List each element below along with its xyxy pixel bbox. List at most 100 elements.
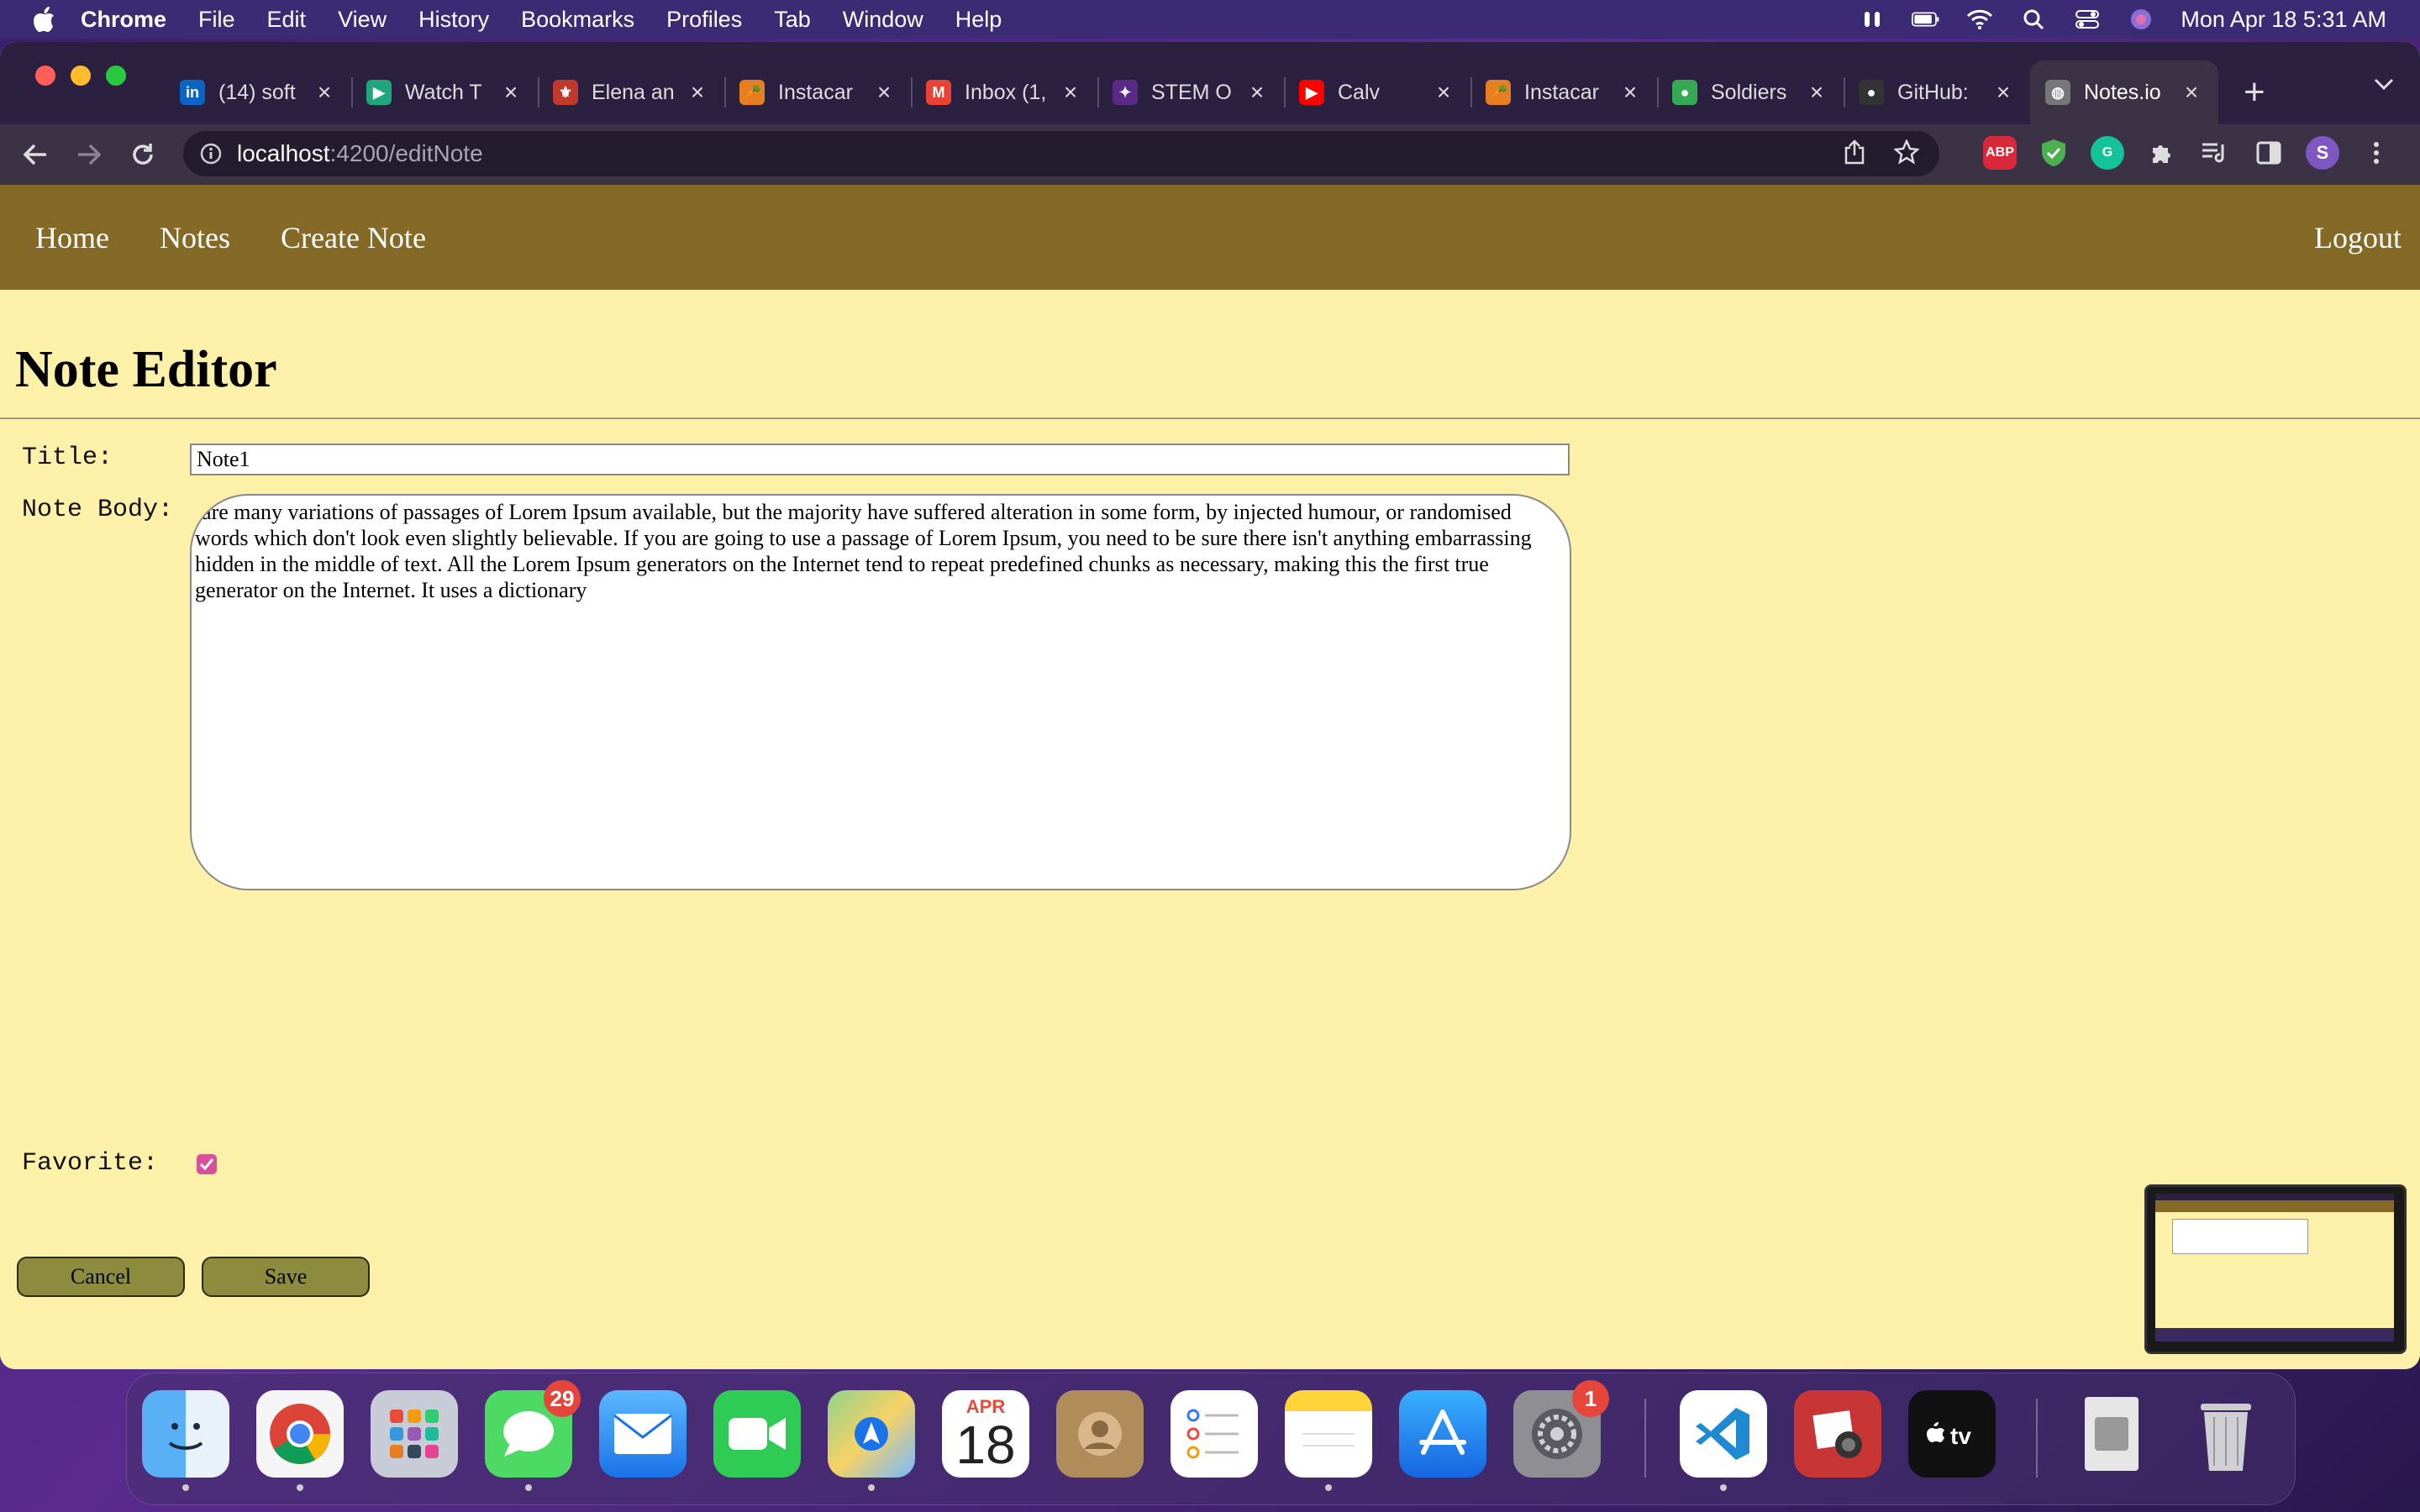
mail-icon[interactable] (599, 1390, 687, 1478)
favorite-checkbox[interactable] (197, 1154, 217, 1174)
bookmark-star-icon[interactable] (1893, 138, 1920, 169)
menu-help[interactable]: Help (955, 7, 1002, 33)
browser-tab[interactable]: M Inbox (1, × (911, 60, 1097, 124)
nav-logout-link[interactable]: Logout (2314, 220, 2402, 255)
shield-icon[interactable] (2037, 136, 2070, 170)
running-indicator (1720, 1484, 1727, 1491)
browser-tab[interactable]: ◍ Notes.io × (2030, 60, 2218, 124)
close-tab-icon[interactable]: × (872, 79, 896, 106)
menu-profiles[interactable]: Profiles (666, 7, 742, 33)
trash-icon[interactable] (2182, 1390, 2270, 1478)
settings-badge: 1 (1572, 1380, 1609, 1417)
notes-app-icon[interactable] (1285, 1390, 1372, 1491)
browser-tab[interactable]: ● GitHub: × (1844, 60, 2030, 124)
menu-tab[interactable]: Tab (774, 7, 811, 33)
close-tab-icon[interactable]: × (1432, 79, 1455, 106)
adblock-plus-icon[interactable]: ABP (1983, 136, 2017, 170)
menu-bookmarks[interactable]: Bookmarks (521, 7, 634, 33)
close-window-button[interactable] (35, 66, 55, 86)
profile-avatar[interactable]: S (2306, 136, 2339, 170)
browser-tab[interactable]: ⚜ Elena an × (538, 60, 724, 124)
close-tab-icon[interactable]: × (2180, 79, 2203, 106)
airpods-icon[interactable] (1858, 8, 1886, 30)
url-path: :4200/editNote (329, 140, 483, 166)
browser-tab[interactable]: ▶ Watch T × (351, 60, 538, 124)
extensions-puzzle-icon[interactable] (2144, 136, 2178, 170)
share-icon[interactable] (1844, 139, 1865, 169)
tab-search-chevron-icon[interactable] (2373, 71, 2395, 97)
side-panel-icon[interactable] (2252, 136, 2286, 170)
save-button[interactable]: Save (202, 1257, 370, 1297)
battery-icon[interactable] (1912, 8, 1940, 30)
note-body-label: Note Body: (22, 496, 174, 524)
apple-icon[interactable] (32, 5, 57, 34)
downloads-stack-icon[interactable] (2068, 1390, 2155, 1478)
nav-create-note-link[interactable]: Create Note (281, 220, 426, 255)
menu-window[interactable]: Window (843, 7, 923, 33)
note-body-textarea[interactable]: e are many variations of passages of Lor… (190, 494, 1571, 890)
site-info-icon[interactable] (198, 143, 224, 165)
menu-file[interactable]: File (198, 7, 235, 33)
facetime-icon[interactable] (713, 1390, 801, 1478)
browser-tab[interactable]: 🥕 Instacar × (1470, 60, 1657, 124)
close-tab-icon[interactable]: × (686, 79, 709, 106)
title-input[interactable]: Note1 (190, 444, 1570, 475)
close-tab-icon[interactable]: × (1805, 79, 1828, 106)
chrome-menu-icon[interactable] (2360, 136, 2393, 170)
system-preferences-icon[interactable]: 1 (1513, 1380, 1609, 1478)
close-tab-icon[interactable]: × (313, 79, 336, 106)
messages-icon[interactable]: 29 (485, 1380, 581, 1491)
address-bar[interactable]: localhost:4200/editNote (183, 131, 1939, 176)
reminders-icon[interactable] (1171, 1390, 1258, 1478)
maps-icon[interactable] (828, 1390, 915, 1491)
control-center-icon[interactable] (2073, 8, 2102, 30)
browser-tab[interactable]: ▶ Calv × (1284, 60, 1470, 124)
wifi-icon[interactable] (1965, 8, 1994, 30)
app-store-icon[interactable] (1399, 1390, 1486, 1478)
menu-app-name[interactable]: Chrome (81, 7, 166, 33)
tab-title: Inbox (1, (965, 80, 1047, 104)
page-title: Note Editor (15, 341, 277, 398)
browser-tab[interactable]: in (14) soft × (165, 60, 351, 124)
back-arrow-icon[interactable] (18, 138, 52, 171)
running-indicator (868, 1484, 875, 1491)
menu-view[interactable]: View (338, 7, 387, 33)
calendar-day: 18 (955, 1415, 1016, 1475)
browser-tab[interactable]: 🥕 Instacar × (724, 60, 911, 124)
menu-history[interactable]: History (418, 7, 489, 33)
close-tab-icon[interactable]: × (1991, 79, 2015, 106)
menubar-clock[interactable]: Mon Apr 18 5:31 AM (2181, 7, 2386, 33)
photo-booth-icon[interactable] (1794, 1390, 1881, 1478)
chrome-icon[interactable] (256, 1390, 344, 1491)
thumbnail-preview (2155, 1194, 2394, 1341)
calendar-icon[interactable]: APR 18 (942, 1390, 1029, 1478)
grammarly-icon[interactable]: G (2091, 136, 2124, 170)
media-control-icon[interactable] (2198, 136, 2232, 170)
new-tab-plus-icon[interactable]: + (2244, 60, 2265, 124)
vscode-icon[interactable] (1680, 1390, 1767, 1491)
browser-window: in (14) soft × ▶ Watch T × ⚜ Elena an × 🥕 Instacar… (0, 42, 2420, 1369)
contacts-icon[interactable] (1056, 1390, 1144, 1478)
siri-icon[interactable] (2127, 8, 2155, 30)
menu-edit[interactable]: Edit (267, 7, 307, 33)
reload-icon[interactable] (126, 138, 160, 171)
cancel-button[interactable]: Cancel (17, 1257, 185, 1297)
apple-tv-icon[interactable]: tv (1908, 1390, 1996, 1478)
screenshot-thumbnail[interactable] (2144, 1184, 2407, 1354)
running-indicator (525, 1484, 532, 1491)
minimize-window-button[interactable] (71, 66, 91, 86)
forward-arrow-icon[interactable] (72, 138, 106, 171)
maximize-window-button[interactable] (106, 66, 126, 86)
close-tab-icon[interactable]: × (1618, 79, 1642, 106)
browser-tab[interactable]: ✦ STEM O × (1097, 60, 1284, 124)
browser-tab[interactable]: ● Soldiers × (1657, 60, 1844, 124)
carrot-icon: 🥕 (1486, 80, 1511, 105)
launchpad-icon[interactable] (371, 1390, 458, 1478)
finder-icon[interactable] (142, 1390, 229, 1491)
spotlight-search-icon[interactable] (2019, 8, 2048, 30)
nav-home-link[interactable]: Home (35, 220, 109, 255)
close-tab-icon[interactable]: × (1059, 79, 1082, 106)
nav-notes-link[interactable]: Notes (160, 220, 230, 255)
close-tab-icon[interactable]: × (1245, 79, 1269, 106)
close-tab-icon[interactable]: × (499, 79, 523, 106)
